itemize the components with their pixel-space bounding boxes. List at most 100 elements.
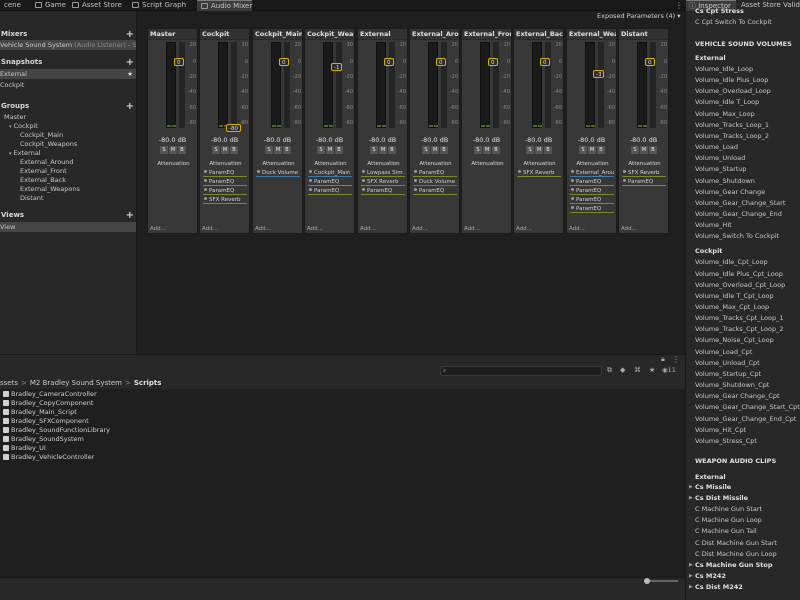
chevron-right-icon[interactable]: ▶ (689, 584, 693, 590)
effect-slot[interactable]: ParamEQ (308, 187, 352, 195)
chevron-right-icon[interactable]: ▶ (689, 562, 693, 568)
volume-field-label[interactable]: Volume_Gear_Change_Start_Cpt (695, 403, 800, 411)
effect-slot[interactable]: SFX Reverb (517, 169, 561, 177)
volume-field-label[interactable]: Volume_Stress_Cpt (695, 437, 757, 445)
group-item[interactable]: Master (0, 113, 136, 122)
asset-item[interactable]: Bradley_CopyComponent (3, 399, 93, 407)
asset-item[interactable]: Bradley_VehicleController (3, 453, 94, 461)
effect-slot[interactable]: Attenuation (308, 160, 352, 168)
effect-bypass-dot-icon[interactable] (571, 206, 574, 209)
volume-field-label[interactable]: Volume_Idle_Loop (695, 65, 753, 73)
audio-clip-field[interactable]: C Machine Gun Loop (695, 516, 762, 524)
hidden-count[interactable]: ◉11 (662, 366, 676, 374)
volume-fader-knob[interactable]: 0 (384, 58, 394, 66)
effect-slot[interactable]: Cockpit_Main (308, 169, 352, 177)
effect-slot[interactable]: Attenuation (622, 160, 666, 168)
effect-bypass-dot-icon[interactable] (414, 188, 417, 191)
volume-fader-track[interactable] (493, 42, 499, 128)
mixer-strip[interactable]: External_Arou 20 0 -20 -40 -60 -80 0 -80.0 dB S M B… (409, 28, 460, 234)
effect-bypass-dot-icon[interactable] (623, 179, 626, 182)
effect-slot[interactable]: SFX Reverb (361, 178, 405, 186)
breadcrumb-item[interactable]: ssets (0, 379, 18, 387)
asset-item[interactable]: Bradley_CameraController (3, 390, 97, 398)
effect-slot[interactable]: Attenuation (203, 160, 247, 168)
chevron-right-icon[interactable]: ▶ (689, 484, 693, 490)
volume-field-label[interactable]: Volume_Load_Cpt (695, 348, 752, 356)
volume-field-label[interactable]: Volume_Gear Change_Cpt (695, 392, 780, 400)
effect-slot[interactable]: ParamEQ (203, 187, 247, 195)
group-item[interactable]: External_Front (0, 167, 136, 176)
volume-field-label[interactable]: Volume_Load (695, 143, 738, 151)
volume-fader-knob[interactable]: 0 (645, 58, 655, 66)
effect-bypass-dot-icon[interactable] (571, 188, 574, 191)
effect-bypass-dot-icon[interactable] (414, 170, 417, 173)
tab-cene[interactable]: cene (0, 0, 31, 11)
add-snapshot-button[interactable]: + (126, 57, 134, 68)
volume-fader-knob[interactable]: -3 (593, 70, 605, 78)
volume-fader-knob[interactable]: -1 (331, 63, 343, 71)
effect-bypass-dot-icon[interactable] (362, 188, 365, 191)
effect-bypass-dot-icon[interactable] (518, 170, 521, 173)
volume-field-label[interactable]: Volume_Overload_Cpt_Loop (695, 281, 785, 289)
add-effect-button[interactable]: Add... (150, 226, 166, 232)
bypass-button[interactable]: B (230, 146, 238, 154)
audio-clip-field[interactable]: C Machine Gun Tail (695, 527, 757, 535)
volume-fader-track[interactable] (650, 42, 656, 128)
search-by-label-icon[interactable]: ◆ (620, 366, 625, 374)
volume-field-label[interactable]: Volume_Max_Cpt_Loop (695, 303, 769, 311)
volume-fader-knob[interactable]: 0 (174, 58, 184, 66)
mute-button[interactable]: M (169, 146, 177, 154)
project-search-input[interactable]: ⌕ (440, 366, 602, 376)
volume-field-label[interactable]: Volume_Gear_Change_Start (695, 199, 785, 207)
volume-field-label[interactable]: Volume_Tracks_Loop_1 (695, 121, 769, 129)
add-effect-button[interactable]: Add... (569, 226, 585, 232)
bypass-button[interactable]: B (492, 146, 500, 154)
solo-button[interactable]: S (317, 146, 325, 154)
effect-slot[interactable]: Duck Volume (413, 178, 457, 186)
tag-icon[interactable]: ⌘ (634, 366, 641, 374)
effect-slot[interactable]: SFX Reverb (203, 196, 247, 204)
snapshot-item[interactable]: External ★ (0, 69, 136, 79)
mixer-strip[interactable]: Cockpit_Weap 20 0 -20 -40 -60 -80 -1 -80.0 dB S M B… (304, 28, 355, 234)
volume-fader-track[interactable] (179, 42, 185, 128)
mute-button[interactable]: M (326, 146, 334, 154)
volume-fader-knob[interactable]: 0 (488, 58, 498, 66)
chevron-down-icon[interactable]: ▾ (9, 151, 12, 157)
volume-field-label[interactable]: Volume_Switch To Cockpit (695, 232, 779, 240)
asset-item[interactable]: Bradley_SoundFunctionLibrary (3, 426, 110, 434)
volume-field-label[interactable]: Volume_Shutdown (695, 177, 755, 185)
add-effect-button[interactable]: Add... (412, 226, 428, 232)
volume-field-label[interactable]: Volume_Startup_Cpt (695, 370, 761, 378)
volume-field-label[interactable]: Volume_Max_Loop (695, 110, 755, 118)
group-item[interactable]: External_Back (0, 176, 136, 185)
tab-script-graph[interactable]: Script Graph (128, 0, 194, 11)
solo-button[interactable]: S (579, 146, 587, 154)
tab-asset-store[interactable]: Asset Store (68, 0, 128, 11)
volume-field-label[interactable]: Volume_Unload (695, 154, 745, 162)
tab-bar-menu-icon[interactable]: ⋮ (675, 0, 683, 11)
effect-slot[interactable]: SFX Reverb (622, 169, 666, 177)
mixer-strip[interactable]: Cockpit 20 0 -20 -40 -60 -80 -80 -80.0 dB S M B Atte… (199, 28, 250, 234)
add-mixer-button[interactable]: + (126, 29, 134, 40)
mute-button[interactable]: M (379, 146, 387, 154)
effect-slot[interactable]: ParamEQ (570, 205, 614, 213)
mute-button[interactable]: M (588, 146, 596, 154)
volume-field-label[interactable]: Volume_Gear_Change_End_Cpt (695, 415, 796, 423)
bypass-button[interactable]: B (388, 146, 396, 154)
volume-field-label[interactable]: Volume_Noise_Cpt_Loop (695, 336, 774, 344)
solo-button[interactable]: S (212, 146, 220, 154)
effect-slot[interactable]: ParamEQ (203, 178, 247, 186)
add-effect-button[interactable]: Add... (255, 226, 271, 232)
effect-slot[interactable]: Lowpass Sim (361, 169, 405, 177)
bypass-button[interactable]: B (440, 146, 448, 154)
mute-button[interactable]: M (431, 146, 439, 154)
volume-fader-knob[interactable]: 0 (279, 58, 289, 66)
effect-slot[interactable]: ParamEQ (570, 178, 614, 186)
bypass-button[interactable]: B (178, 146, 186, 154)
solo-button[interactable]: S (160, 146, 168, 154)
mute-button[interactable]: M (221, 146, 229, 154)
mute-button[interactable]: M (274, 146, 282, 154)
solo-button[interactable]: S (370, 146, 378, 154)
volume-fader-track[interactable] (231, 42, 237, 128)
effect-bypass-dot-icon[interactable] (257, 170, 260, 173)
